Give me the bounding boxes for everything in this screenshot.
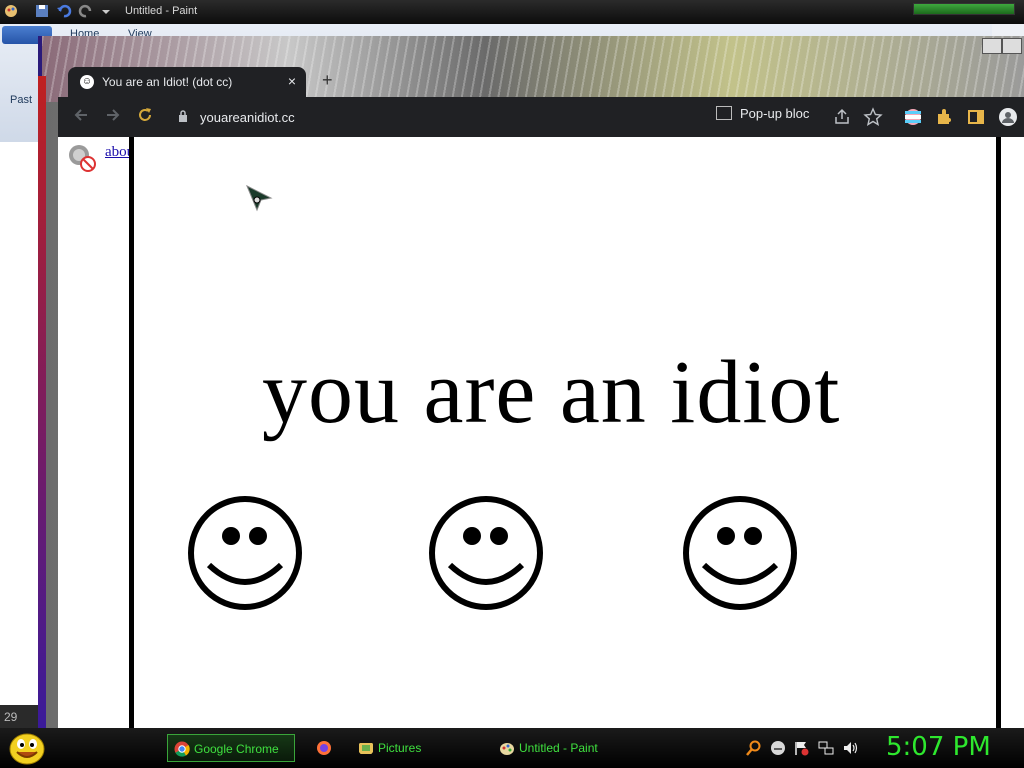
smiley-favicon-icon: ☺ (80, 75, 94, 89)
taskbar-google-chrome[interactable]: Google Chrome (167, 734, 295, 762)
popup-blocked-indicator[interactable]: Pop-up bloc (716, 106, 809, 121)
firefox-icon (317, 741, 331, 755)
pictures-folder-icon (359, 743, 373, 754)
network-icon[interactable] (818, 740, 834, 756)
side-panel-icon[interactable] (966, 107, 986, 127)
paint-status-strip: 29 (0, 705, 42, 729)
taskbar-clock[interactable]: 5:07 PM (886, 732, 991, 762)
popup-blocked-label: Pop-up bloc (740, 106, 810, 121)
browser-tab[interactable]: ☺ You are an Idiot! (dot cc) × (68, 67, 306, 97)
share-icon[interactable] (832, 107, 852, 127)
bookmark-star-icon[interactable] (863, 107, 883, 127)
taskbar-item-label: Untitled - Paint (519, 741, 598, 755)
window-meter (913, 3, 1015, 15)
tab-close-icon[interactable]: × (288, 73, 296, 89)
taskbar-item-label: Google Chrome (194, 742, 279, 756)
flash-blocked-icon (69, 145, 96, 172)
extensions-icon[interactable] (934, 107, 954, 127)
start-smiley-icon[interactable] (8, 731, 46, 765)
taskbar: Google Chrome Pictures Untitled - Paint … (0, 728, 1024, 768)
smiley-icon (188, 496, 302, 610)
browser-toolbar: youareanidiot.cc Pop-up bloc (58, 97, 1024, 137)
maximize-button[interactable] (1002, 38, 1022, 54)
taskbar-paint[interactable]: Untitled - Paint (493, 734, 627, 762)
quick-access-dropdown-icon[interactable] (98, 3, 114, 19)
paint-window-title: Untitled - Paint (125, 5, 198, 17)
save-icon[interactable] (34, 3, 50, 19)
messenger-icon[interactable] (770, 740, 786, 756)
tab-title: You are an Idiot! (dot cc) (102, 75, 233, 89)
reload-icon[interactable] (136, 106, 154, 124)
page-content: about flash you are an idiot (58, 137, 1024, 728)
search-icon[interactable] (746, 740, 762, 756)
taskbar-pictures[interactable]: Pictures (352, 734, 482, 762)
smiley-icon (429, 496, 543, 610)
smiley-icon (683, 496, 797, 610)
taskbar-item-label: Pictures (378, 741, 422, 755)
mouse-cursor-icon (246, 184, 273, 212)
volume-icon[interactable] (842, 740, 858, 756)
popup-blocked-icon (716, 106, 732, 120)
back-icon[interactable] (72, 106, 90, 124)
headline-text: you are an idiot (262, 343, 841, 442)
minimize-button[interactable] (982, 38, 1002, 54)
flash-content-area[interactable]: you are an idiot (129, 137, 1001, 728)
redo-icon[interactable] (78, 3, 94, 19)
paste-button[interactable]: Past (10, 94, 32, 106)
paint-icon (500, 743, 514, 755)
profile-avatar-icon[interactable] (998, 107, 1018, 127)
undo-icon[interactable] (56, 3, 72, 19)
taskbar-firefox[interactable] (310, 734, 344, 762)
window-left-border (38, 76, 46, 728)
lock-icon[interactable] (178, 110, 188, 122)
chrome-icon (174, 741, 190, 757)
paint-canvas[interactable] (0, 142, 40, 728)
profile-flag-icon[interactable] (903, 107, 923, 127)
forward-icon[interactable] (104, 106, 122, 124)
paint-title-bar: Untitled - Paint (0, 0, 1024, 24)
new-tab-button[interactable]: + (322, 70, 333, 91)
url-text: youareanidiot.cc (200, 110, 295, 125)
action-center-flag-icon[interactable] (794, 740, 810, 756)
paint-app-icon[interactable] (3, 3, 19, 19)
